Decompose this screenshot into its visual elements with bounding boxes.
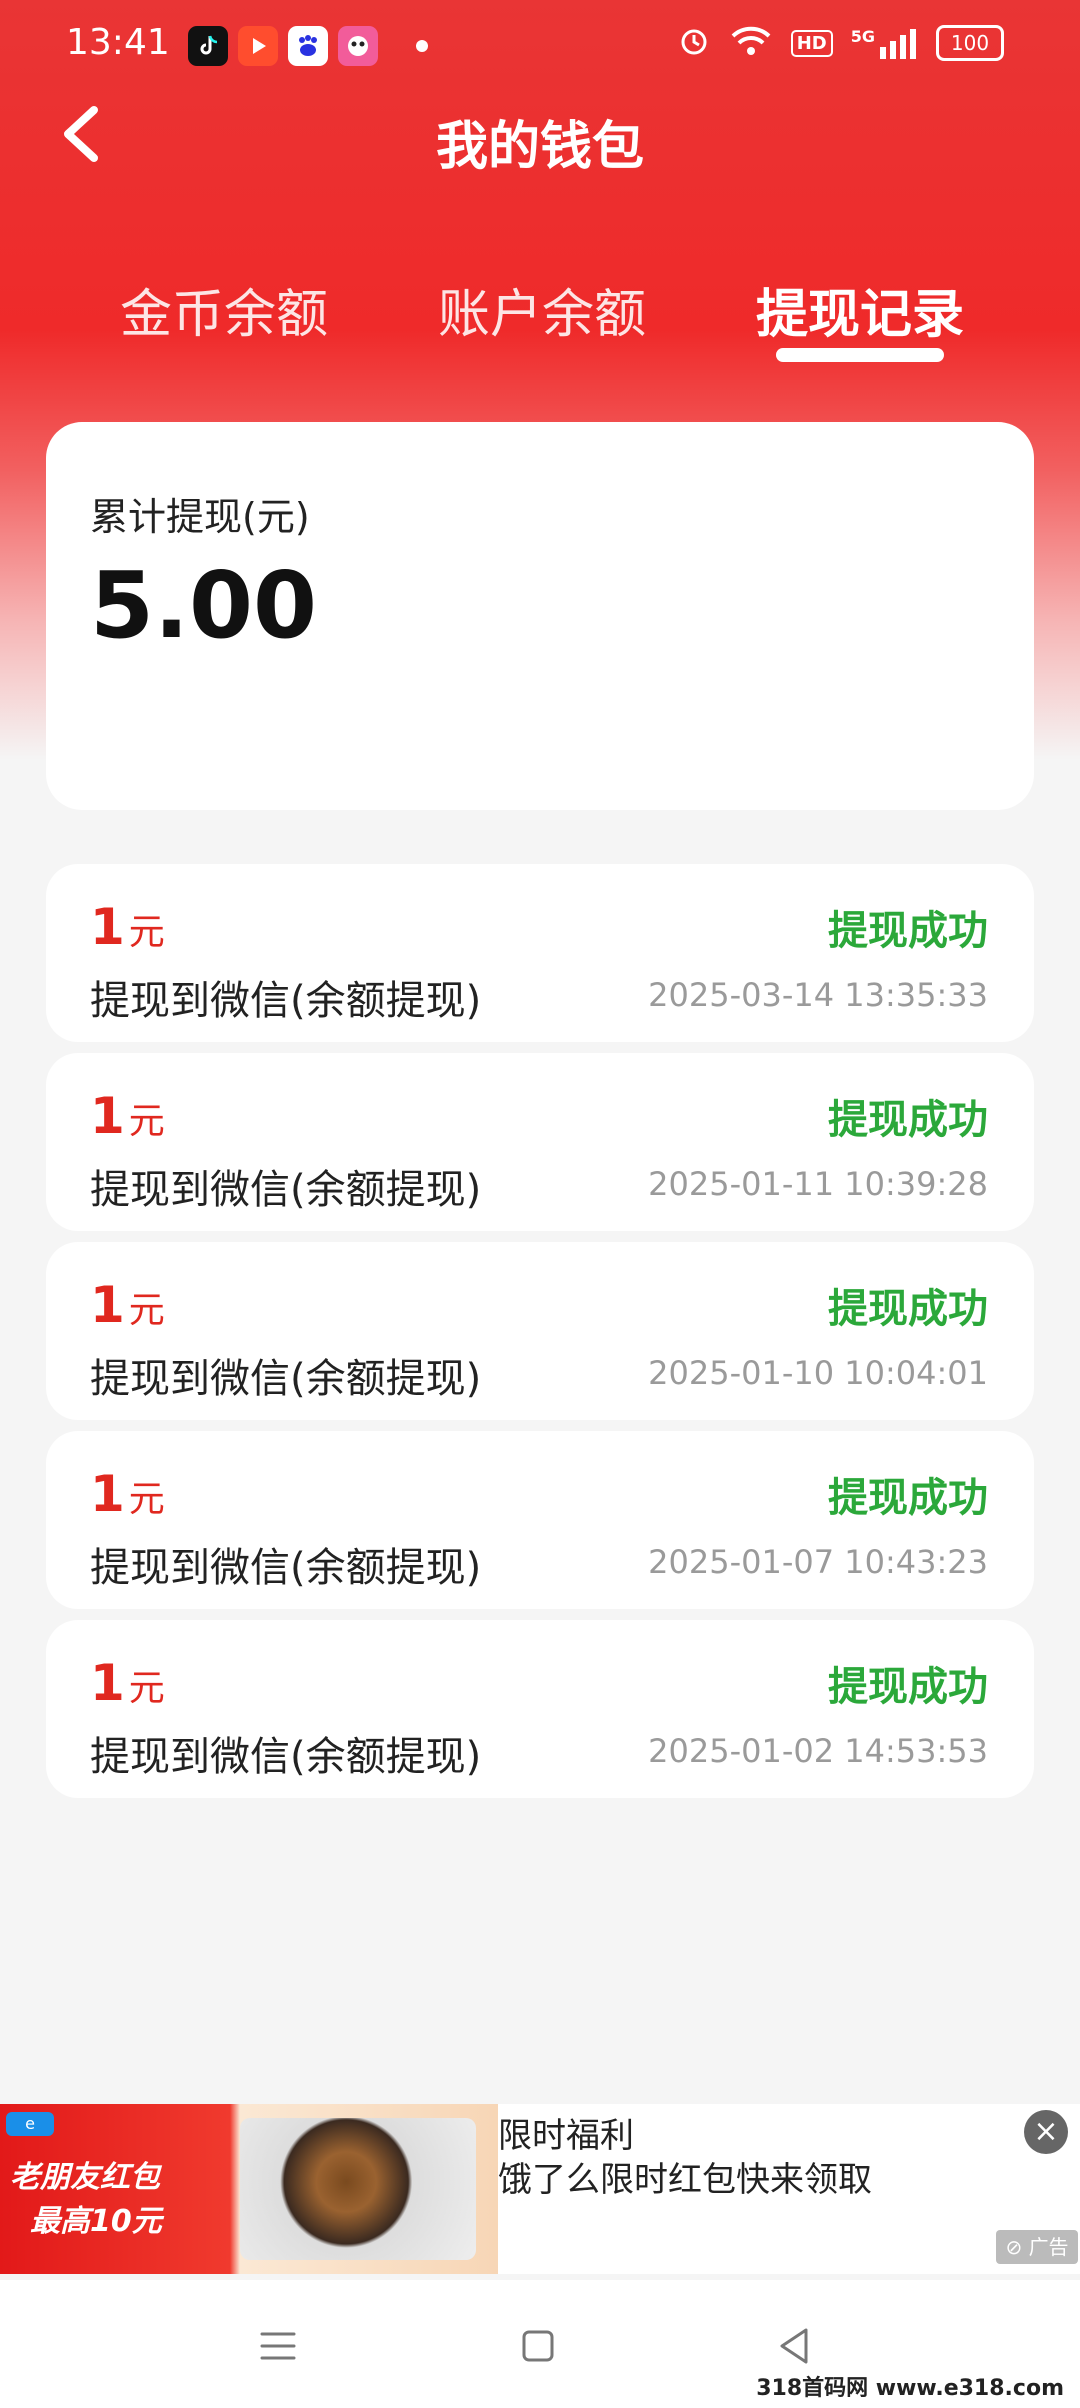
food-photo <box>240 2118 476 2260</box>
record-date: 2025-01-10 10:04:01 <box>648 1354 988 1392</box>
status-indicators: HD 5G 100 <box>677 24 1004 62</box>
baidu-icon <box>288 26 328 66</box>
withdraw-record[interactable]: 1元 提现到微信(余额提现) 提现成功 2025-03-14 13:35:33 <box>46 864 1034 1042</box>
total-withdraw-value: 5.00 <box>90 552 317 659</box>
record-description: 提现到微信(余额提现) <box>90 1545 482 1591</box>
record-description: 提现到微信(余额提现) <box>90 1356 482 1402</box>
alarm-icon <box>677 24 711 62</box>
record-amount: 1元 <box>90 898 165 956</box>
record-description: 提现到微信(余额提现) <box>90 1167 482 1213</box>
ad-label: ⊘ 广告 <box>996 2230 1078 2264</box>
signal-icon: 5G <box>851 27 918 59</box>
ad-subtitle[interactable]: 饿了么限时红包快来领取 <box>498 2152 872 2201</box>
record-status: 提现成功 <box>828 908 988 954</box>
active-tab-indicator <box>776 348 944 362</box>
withdraw-record[interactable]: 1元 提现到微信(余额提现) 提现成功 2025-01-10 10:04:01 <box>46 1242 1034 1420</box>
record-amount: 1元 <box>90 1654 165 1712</box>
withdraw-record[interactable]: 1元 提现到微信(余额提现) 提现成功 2025-01-07 10:43:23 <box>46 1431 1034 1609</box>
record-status: 提现成功 <box>828 1097 988 1143</box>
triangle-back-icon <box>780 2328 808 2364</box>
tab-bar: 金币余额 账户余额 提现记录 <box>0 272 1080 352</box>
tiktok-icon <box>188 26 228 66</box>
hd-badge: HD <box>790 29 833 57</box>
notification-icons <box>188 26 378 66</box>
total-withdraw-label: 累计提现(元) <box>90 495 310 539</box>
record-amount: 1元 <box>90 1465 165 1523</box>
page-title: 我的钱包 <box>435 117 644 177</box>
ad-promo-line2: 最高10元 <box>30 2204 162 2239</box>
status-bar: 13:41 HD 5G 100 <box>0 0 1080 96</box>
record-amount: 1元 <box>90 1276 165 1334</box>
total-withdraw-card: 累计提现(元) 5.00 <box>46 422 1034 810</box>
menu-icon <box>260 2332 296 2360</box>
square-icon <box>522 2330 554 2362</box>
home-button[interactable] <box>508 2316 568 2376</box>
video-app-icon <box>238 26 278 66</box>
tab-account-balance[interactable]: 账户余额 <box>438 272 646 347</box>
ad-close-button[interactable]: × <box>1024 2110 1068 2154</box>
record-status: 提现成功 <box>828 1664 988 1710</box>
record-date: 2025-01-11 10:39:28 <box>648 1165 988 1203</box>
ad-promo-line1: 老朋友红包 <box>10 2160 160 2195</box>
record-status: 提现成功 <box>828 1475 988 1521</box>
game-app-icon <box>338 26 378 66</box>
ad-tag-icon: ⊘ <box>1005 2235 1023 2259</box>
tab-withdraw-records[interactable]: 提现记录 <box>756 272 964 347</box>
watermark: 318首码网 www.e318.com <box>756 2376 1064 2401</box>
battery-icon: 100 <box>936 25 1004 61</box>
record-date: 2025-01-02 14:53:53 <box>648 1732 988 1770</box>
withdraw-record[interactable]: 1元 提现到微信(余额提现) 提现成功 2025-01-02 14:53:53 <box>46 1620 1034 1798</box>
ad-title[interactable]: 限时福利 <box>498 2108 634 2157</box>
ad-banner[interactable]: e 老朋友红包 最高10元 限时福利 饿了么限时红包快来领取 × ⊘ 广告 <box>0 2104 1080 2274</box>
withdraw-record[interactable]: 1元 提现到微信(余额提现) 提现成功 2025-01-11 10:39:28 <box>46 1053 1034 1231</box>
more-notifications-dot <box>416 40 428 52</box>
record-date: 2025-03-14 13:35:33 <box>648 976 988 1014</box>
ad-image[interactable]: e 老朋友红包 最高10元 <box>0 2104 498 2274</box>
record-date: 2025-01-07 10:43:23 <box>648 1543 988 1581</box>
system-nav-bar: 318首码网 www.e318.com <box>0 2280 1080 2408</box>
record-description: 提现到微信(余额提现) <box>90 978 482 1024</box>
wifi-icon <box>729 24 773 62</box>
tab-coin-balance[interactable]: 金币余额 <box>120 272 328 347</box>
record-status: 提现成功 <box>828 1286 988 1332</box>
back-nav-button[interactable] <box>764 2316 824 2376</box>
recent-apps-button[interactable] <box>248 2316 308 2376</box>
eleme-logo-icon: e <box>6 2112 54 2136</box>
status-time: 13:41 <box>66 22 170 63</box>
record-description: 提现到微信(余额提现) <box>90 1734 482 1780</box>
record-amount: 1元 <box>90 1087 165 1145</box>
